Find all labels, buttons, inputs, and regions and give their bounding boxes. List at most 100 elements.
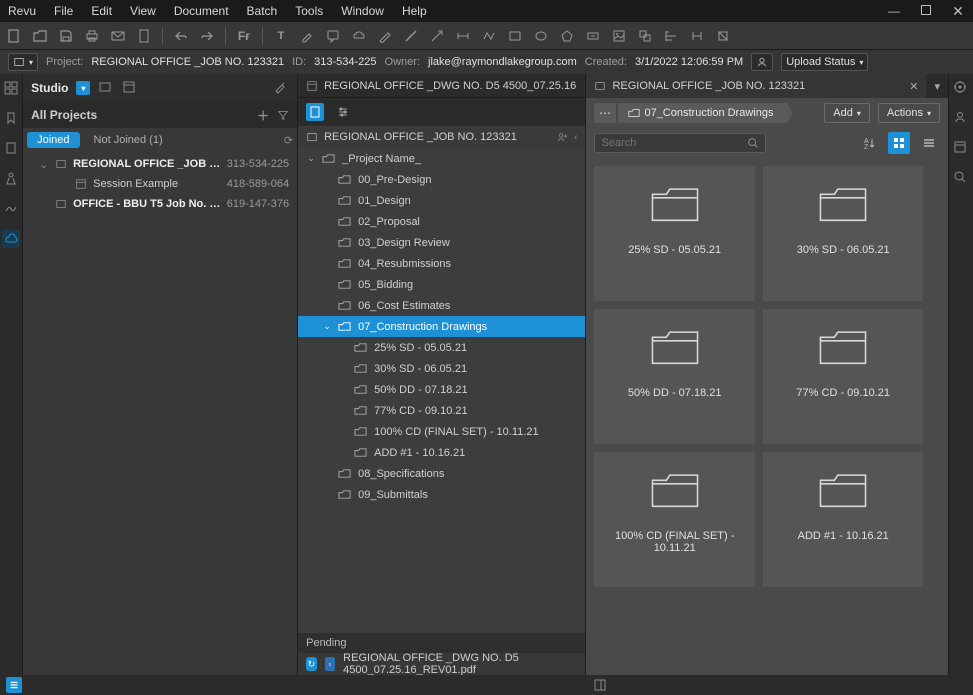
project-dropdown[interactable]: ▾ (8, 53, 38, 71)
polyline-icon[interactable] (481, 28, 497, 44)
project-row[interactable]: ⌄REGIONAL OFFICE _JOB NO. 123321313-534-… (23, 154, 297, 174)
studio-icon[interactable] (2, 230, 20, 248)
tree-node[interactable]: 01_Design (298, 190, 585, 211)
folder-card[interactable]: ADD #1 - 10.16.21 (763, 452, 924, 587)
signature-icon[interactable] (3, 200, 19, 216)
polygon-icon[interactable] (559, 28, 575, 44)
snap-icon[interactable] (689, 28, 705, 44)
properties-icon[interactable] (953, 80, 969, 96)
line-icon[interactable] (403, 28, 419, 44)
tree-node[interactable]: 03_Design Review (298, 232, 585, 253)
undo-icon[interactable] (173, 28, 189, 44)
email-icon[interactable] (110, 28, 126, 44)
tree-node[interactable]: 77% CD - 09.10.21 (298, 400, 585, 421)
font-icon[interactable]: Fғ (236, 28, 252, 44)
note-icon[interactable] (325, 28, 341, 44)
studio-dropdown[interactable]: ▾ (76, 81, 90, 95)
cloud-icon[interactable] (351, 28, 367, 44)
file-icon[interactable] (3, 140, 19, 156)
rect-icon[interactable] (507, 28, 523, 44)
tree-node[interactable]: 30% SD - 06.05.21 (298, 358, 585, 379)
search-input[interactable] (601, 137, 743, 149)
arrow-icon[interactable] (429, 28, 445, 44)
refresh-icon[interactable]: ⟳ (284, 134, 293, 147)
settings-icon[interactable] (273, 80, 289, 96)
folder-card[interactable]: 25% SD - 05.05.21 (594, 166, 755, 301)
tree-node[interactable]: 06_Cost Estimates (298, 295, 585, 316)
search-icon[interactable] (747, 137, 759, 149)
new-icon[interactable] (6, 28, 22, 44)
image-icon[interactable] (611, 28, 627, 44)
menu-revu[interactable]: Revu (8, 4, 36, 18)
menu-document[interactable]: Document (174, 4, 229, 18)
search-right-icon[interactable] (953, 170, 969, 186)
menu-edit[interactable]: Edit (91, 4, 112, 18)
menu-tools[interactable]: Tools (295, 4, 323, 18)
tree-node[interactable]: 100% CD (FINAL SET) - 10.11.21 (298, 421, 585, 442)
session-view-icon[interactable] (122, 80, 138, 96)
align-icon[interactable] (663, 28, 679, 44)
explorer-doc-icon[interactable] (306, 103, 324, 121)
tree-node[interactable]: 50% DD - 07.18.21 (298, 379, 585, 400)
open-icon[interactable] (32, 28, 48, 44)
menu-file[interactable]: File (54, 4, 73, 18)
folder-card[interactable]: 77% CD - 09.10.21 (763, 309, 924, 444)
window-close-icon[interactable]: ✕ (951, 3, 965, 20)
tree-node[interactable]: ⌄07_Construction Drawings (298, 316, 585, 337)
add-button[interactable]: Add▾ (824, 103, 870, 123)
menu-batch[interactable]: Batch (247, 4, 278, 18)
invite-user-icon[interactable] (556, 131, 568, 143)
tree-node[interactable]: 02_Proposal (298, 211, 585, 232)
expand-icon[interactable]: ⌄ (39, 158, 51, 171)
content-tab[interactable]: REGIONAL OFFICE _JOB NO. 123321 ✕ (586, 74, 926, 98)
misc-icon[interactable] (715, 28, 731, 44)
panel-toggle-icon[interactable] (593, 678, 607, 692)
text-tool-icon[interactable]: T (273, 28, 289, 44)
tree-node[interactable]: ADD #1 - 10.16.21 (298, 442, 585, 463)
group-icon[interactable] (637, 28, 653, 44)
menu-help[interactable]: Help (402, 4, 427, 18)
markups-list-icon[interactable] (6, 677, 22, 693)
pen-icon[interactable] (377, 28, 393, 44)
ellipse-icon[interactable] (533, 28, 549, 44)
list-view-icon[interactable] (918, 132, 940, 154)
menu-window[interactable]: Window (341, 4, 384, 18)
bookmarks-icon[interactable] (3, 110, 19, 126)
chevron-left-icon[interactable]: ‹ (574, 132, 577, 143)
save-icon[interactable] (58, 28, 74, 44)
tree-node[interactable]: 05_Bidding (298, 274, 585, 295)
page-icon[interactable] (136, 28, 152, 44)
project-view-icon[interactable] (98, 80, 114, 96)
tree-node[interactable]: 00_Pre-Design (298, 169, 585, 190)
folder-card[interactable]: 50% DD - 07.18.21 (594, 309, 755, 444)
upload-status-dropdown[interactable]: Upload Status▾ (781, 53, 868, 71)
tree-node[interactable]: 08_Specifications (298, 463, 585, 484)
stamp-icon[interactable] (585, 28, 601, 44)
explorer-filter-icon[interactable] (334, 103, 352, 121)
window-minimize-icon[interactable]: — (887, 4, 901, 18)
actions-button[interactable]: Actions▾ (878, 103, 940, 123)
highlight-icon[interactable] (299, 28, 315, 44)
redo-icon[interactable] (199, 28, 215, 44)
thumbnails-icon[interactable] (3, 80, 19, 96)
folder-card[interactable]: 30% SD - 06.05.21 (763, 166, 924, 301)
tab-overflow-icon[interactable]: ▾ (926, 80, 948, 93)
project-row[interactable]: OFFICE - BBU T5 Job No. 15678619-147-376 (23, 194, 297, 214)
print-icon[interactable] (84, 28, 100, 44)
grid-view-icon[interactable] (888, 132, 910, 154)
layers-right-icon[interactable] (953, 140, 969, 156)
document-tab[interactable]: REGIONAL OFFICE _DWG NO. D5 4500_07.25.1… (298, 74, 585, 98)
tools-icon[interactable] (3, 170, 19, 186)
tree-node[interactable]: 09_Submittals (298, 484, 585, 505)
tree-node[interactable]: 04_Resubmissions (298, 253, 585, 274)
pending-file-row[interactable]: ↻ ▫ REGIONAL OFFICE _DWG NO. D5 4500_07.… (298, 653, 585, 675)
breadcrumb-root[interactable]: ⋯ (594, 103, 616, 123)
breadcrumb-item[interactable]: 07_Construction Drawings (618, 103, 787, 123)
project-row[interactable]: Session Example418-589-064 (23, 174, 297, 194)
folder-card[interactable]: 100% CD (FINAL SET) - 10.11.21 (594, 452, 755, 587)
window-maximize-icon[interactable] (919, 4, 933, 18)
filter-icon[interactable] (277, 109, 289, 121)
menu-view[interactable]: View (130, 4, 156, 18)
users-icon[interactable] (953, 110, 969, 126)
tab-joined[interactable]: Joined (27, 132, 79, 148)
